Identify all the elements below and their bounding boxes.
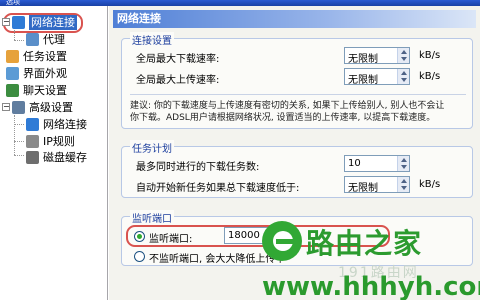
tree-connector <box>14 30 15 40</box>
listen-port-label: 监听端口: <box>149 234 193 245</box>
spin-arrows-icon[interactable] <box>397 69 409 84</box>
auto-start-spinner[interactable]: 无限制 <box>344 176 410 194</box>
collapse-toggle-network[interactable]: − <box>2 18 10 26</box>
tree-item-ip-rules[interactable]: IP规则 <box>26 133 75 150</box>
task-folder-icon <box>6 50 19 63</box>
network-globe-icon <box>26 118 39 131</box>
max-upload-unit: kB/s <box>419 71 441 82</box>
advanced-settings-icon <box>12 101 25 114</box>
disk-cache-icon <box>26 151 39 164</box>
chat-people-icon <box>6 84 19 97</box>
tree-item-label: 任务设置 <box>23 50 67 63</box>
tree-item-label: 界面外观 <box>23 67 67 80</box>
tree-item-chat-settings[interactable]: 聊天设置 <box>6 82 67 99</box>
speed-advice-line-2: 你下载。ADSL用户请根据网络状况, 设置适当的上传速率, 以提高下载速度。 <box>130 113 436 123</box>
max-download-value: 无限制 <box>348 54 378 65</box>
max-upload-value: 无限制 <box>348 75 378 86</box>
tree-item-network-advanced[interactable]: 网络连接 <box>26 116 87 133</box>
connection-settings-title: 连接设置 <box>130 32 174 47</box>
divider <box>130 94 466 95</box>
auto-start-label: 自动开始新任务如果总下载速度低于: <box>136 183 300 194</box>
max-tasks-spinner[interactable]: 10 <box>344 155 410 172</box>
panel-title: 网络连接 <box>113 10 476 28</box>
tree-item-label: 高级设置 <box>29 101 73 114</box>
spin-arrows-icon[interactable] <box>397 48 409 63</box>
max-tasks-value: 10 <box>348 158 361 169</box>
tree-item-label: 聊天设置 <box>23 84 67 97</box>
connection-settings-group: 连接设置 全局最大下载速率: 无限制 kB/s 全局最大上传速率: 无限制 kB… <box>121 32 473 129</box>
tree-item-label: 网络连接 <box>29 15 77 30</box>
tree-item-network[interactable]: 网络连接 <box>12 14 77 31</box>
watermark-url: www.hhhyh.com <box>262 272 480 300</box>
max-tasks-label: 最多同时进行的下载任务数: <box>136 162 260 173</box>
tree-item-label: IP规则 <box>43 135 75 148</box>
watermark-logo-icon <box>262 221 302 261</box>
auto-start-value: 无限制 <box>348 183 378 194</box>
max-download-unit: kB/s <box>419 50 441 61</box>
options-tree: − 网络连接 代理 任务设置 界面外观 聊天设置 − 高级设置 网络连接 IP规… <box>0 6 108 300</box>
auto-start-unit: kB/s <box>419 179 441 190</box>
network-globe-icon <box>12 16 25 29</box>
proxy-computer-icon <box>26 33 39 46</box>
task-schedule-title: 任务计划 <box>130 140 174 155</box>
tree-connector <box>14 115 15 155</box>
max-download-spinner[interactable]: 无限制 <box>344 47 410 65</box>
tree-item-proxy[interactable]: 代理 <box>26 31 65 48</box>
no-listen-radio[interactable] <box>134 251 145 262</box>
tree-item-label: 磁盘缓存 <box>43 151 87 164</box>
ip-rules-icon <box>26 135 39 148</box>
watermark-text: 路由之家 <box>306 227 423 260</box>
tree-item-label: 代理 <box>43 33 65 46</box>
collapse-toggle-advanced[interactable]: − <box>2 103 10 111</box>
tree-connector <box>14 141 24 142</box>
task-schedule-group: 任务计划 最多同时进行的下载任务数: 10 自动开始新任务如果总下载速度低于: … <box>121 140 473 198</box>
listen-port-title: 监听端口 <box>130 210 174 225</box>
tree-item-label: 网络连接 <box>43 118 87 131</box>
tree-connector <box>14 155 24 156</box>
listen-port-radio[interactable] <box>134 231 145 242</box>
tree-connector <box>14 124 24 125</box>
spin-arrows-icon[interactable] <box>397 177 409 192</box>
max-download-label: 全局最大下载速率: <box>136 54 220 65</box>
speed-advice-line-1: 建议: 你的下载速度与上传速度有密切的关系, 如果下上传给别人, 别人也不会让 <box>130 101 445 111</box>
spin-arrows-icon[interactable] <box>397 156 409 171</box>
max-upload-spinner[interactable]: 无限制 <box>344 68 410 86</box>
appearance-palette-icon <box>6 67 19 80</box>
tree-item-task-settings[interactable]: 任务设置 <box>6 48 67 65</box>
tree-connector <box>14 40 24 41</box>
tree-item-appearance[interactable]: 界面外观 <box>6 65 67 82</box>
tree-item-advanced[interactable]: 高级设置 <box>12 99 73 116</box>
tree-item-disk-cache[interactable]: 磁盘缓存 <box>26 149 87 166</box>
max-upload-label: 全局最大上传速率: <box>136 75 220 86</box>
